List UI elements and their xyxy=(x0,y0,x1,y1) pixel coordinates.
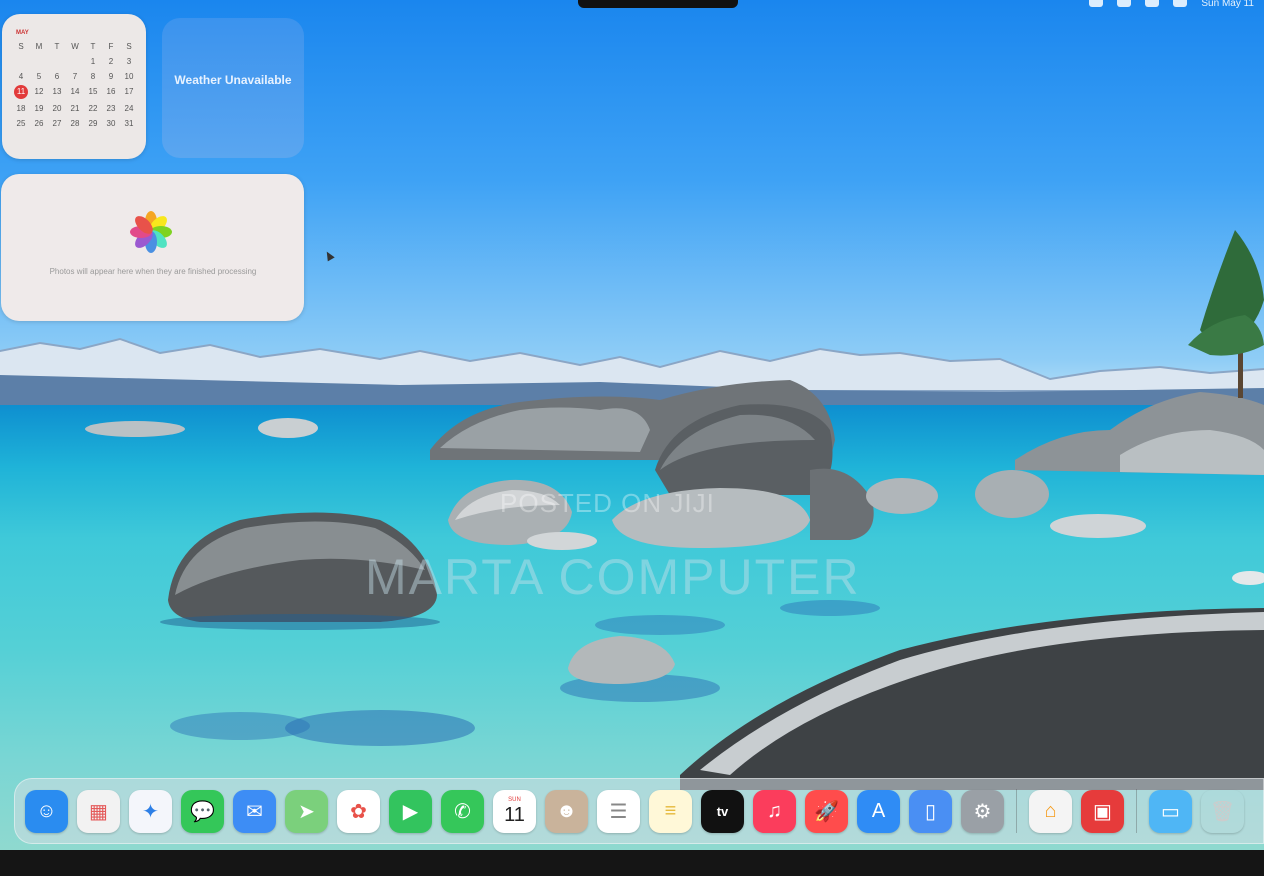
calendar-day[interactable]: 8 xyxy=(84,72,102,82)
calendar-day[interactable]: 11 xyxy=(14,85,28,99)
trash-icon[interactable]: 🗑 xyxy=(1201,790,1244,833)
wifi-icon[interactable] xyxy=(1173,0,1188,7)
calendar-weekday: S xyxy=(126,42,132,51)
dock: ☺ ▦ ✦ 💬 ✉ ➤ ✿ ▶ ✆ SUN 11 ☻ ☰ ≡ tv ♫ 🚀 A ▯ ⚙ ⌂ ▣ ▭ 🗑 xyxy=(14,778,1264,844)
calendar-weekday: W xyxy=(71,42,79,51)
calendar-weekday: T xyxy=(90,42,96,51)
rocket-icon[interactable]: 🚀 xyxy=(805,789,848,833)
camera-notch xyxy=(578,0,738,8)
calendar-day[interactable]: 24 xyxy=(120,104,138,114)
calendar-weekday: T xyxy=(54,42,60,51)
calendar-day xyxy=(12,57,30,67)
reminders-icon[interactable]: ☰ xyxy=(597,789,640,833)
screen-bezel xyxy=(0,850,1264,876)
calendar-icon-weekday: SUN xyxy=(508,797,521,803)
calendar-day[interactable]: 4 xyxy=(12,72,30,82)
calendar-day[interactable]: 22 xyxy=(84,104,102,114)
calendar-day[interactable]: 3 xyxy=(120,57,138,67)
safari-icon[interactable]: ✦ xyxy=(129,789,172,833)
calendar-day[interactable]: 31 xyxy=(120,119,138,129)
search-icon[interactable] xyxy=(1145,0,1160,7)
calendar-month: MAY xyxy=(16,30,29,36)
calendar-day[interactable]: 13 xyxy=(48,87,66,97)
battery-icon[interactable] xyxy=(1117,0,1132,7)
calendar-day[interactable]: 28 xyxy=(66,119,84,129)
calendar-day[interactable]: 1 xyxy=(84,57,102,67)
calendar-day xyxy=(66,57,84,67)
calendar-day[interactable]: 25 xyxy=(12,119,30,129)
iphone-mirroring-icon[interactable]: ▯ xyxy=(909,789,952,833)
calendar-day[interactable]: 20 xyxy=(48,104,66,114)
calendar-day[interactable]: 30 xyxy=(102,119,120,129)
calendar-day[interactable]: 17 xyxy=(120,87,138,97)
dock-separator xyxy=(1016,789,1017,833)
watermark-line1: POSTED ON JIJI xyxy=(500,488,715,518)
calendar-day[interactable]: 6 xyxy=(48,72,66,82)
menu-bar-status: Sun May 11 xyxy=(1089,0,1254,10)
calendar-day[interactable]: 5 xyxy=(30,72,48,82)
calendar-day[interactable]: 16 xyxy=(102,87,120,97)
photos-flower-icon xyxy=(130,211,172,253)
calendar-day[interactable]: 26 xyxy=(30,119,48,129)
calendar-day[interactable]: 14 xyxy=(66,87,84,97)
appstore-icon[interactable]: A xyxy=(857,789,900,833)
calendar-weekday: M xyxy=(35,42,43,51)
calendar-day[interactable]: 7 xyxy=(66,72,84,82)
calendar-day[interactable]: 9 xyxy=(102,72,120,82)
calendar-day[interactable]: 19 xyxy=(30,104,48,114)
calendar-day[interactable]: 12 xyxy=(30,87,48,97)
calendar-day[interactable]: 18 xyxy=(12,104,30,114)
photo-booth-icon[interactable]: ▣ xyxy=(1081,789,1124,833)
calendar-day[interactable]: 2 xyxy=(102,57,120,67)
calendar-weekday: S xyxy=(18,42,24,51)
appletv-icon[interactable]: tv xyxy=(701,789,744,833)
desktop[interactable]: Sun May 11 MAY S M T W T F S 1 2 3 4 5 6 7 8 9 10 11 12 13 1… xyxy=(0,0,1264,850)
calendar-day xyxy=(48,57,66,67)
calendar-day[interactable]: 21 xyxy=(66,104,84,114)
calendar-day[interactable]: 27 xyxy=(48,119,66,129)
weather-widget[interactable]: Weather Unavailable xyxy=(162,18,304,158)
photos-status: Photos will appear here when they are fi… xyxy=(49,267,257,276)
watermark-line2: MARTA COMPUTER xyxy=(365,549,861,605)
notes-icon[interactable]: ≡ xyxy=(649,789,692,833)
photos-widget[interactable]: Photos will appear here when they are fi… xyxy=(1,174,304,321)
calendar-day[interactable]: 10 xyxy=(120,72,138,82)
phone-icon[interactable]: ✆ xyxy=(441,789,484,833)
calendar-day[interactable]: 15 xyxy=(84,87,102,97)
messages-icon[interactable]: 💬 xyxy=(181,789,224,833)
menu-bar-clock[interactable]: Sun May 11 xyxy=(1201,0,1254,9)
control-center-icon[interactable] xyxy=(1089,0,1104,7)
calendar-day xyxy=(30,57,48,67)
downloads-folder-icon[interactable]: ▭ xyxy=(1149,789,1192,833)
dock-separator xyxy=(1136,789,1137,833)
facetime-icon[interactable]: ▶ xyxy=(389,789,432,833)
maps-icon[interactable]: ➤ xyxy=(285,789,328,833)
calendar-icon-day: 11 xyxy=(504,804,525,826)
mail-icon[interactable]: ✉ xyxy=(233,789,276,833)
home-icon[interactable]: ⌂ xyxy=(1029,789,1072,833)
calendar-day[interactable]: 23 xyxy=(102,104,120,114)
launchpad-icon[interactable]: ▦ xyxy=(77,789,120,833)
calendar-widget[interactable]: MAY S M T W T F S 1 2 3 4 5 6 7 8 9 10 11 12 13 14 15 16 17 18 19… xyxy=(2,14,146,159)
calendar-weekday: F xyxy=(108,42,114,51)
photos-icon[interactable]: ✿ xyxy=(337,789,380,833)
finder-icon[interactable]: ☺ xyxy=(25,789,68,833)
calendar-icon[interactable]: SUN 11 xyxy=(493,789,536,833)
system-settings-icon[interactable]: ⚙ xyxy=(961,789,1004,833)
music-icon[interactable]: ♫ xyxy=(753,789,796,833)
contacts-icon[interactable]: ☻ xyxy=(545,789,588,833)
calendar-grid: S M T W T F S 1 2 3 4 5 6 7 8 9 10 11 12 13 14 15 16 17 18 19 20 21… xyxy=(12,42,138,129)
calendar-day[interactable]: 29 xyxy=(84,119,102,129)
weather-status: Weather Unavailable xyxy=(174,73,292,87)
